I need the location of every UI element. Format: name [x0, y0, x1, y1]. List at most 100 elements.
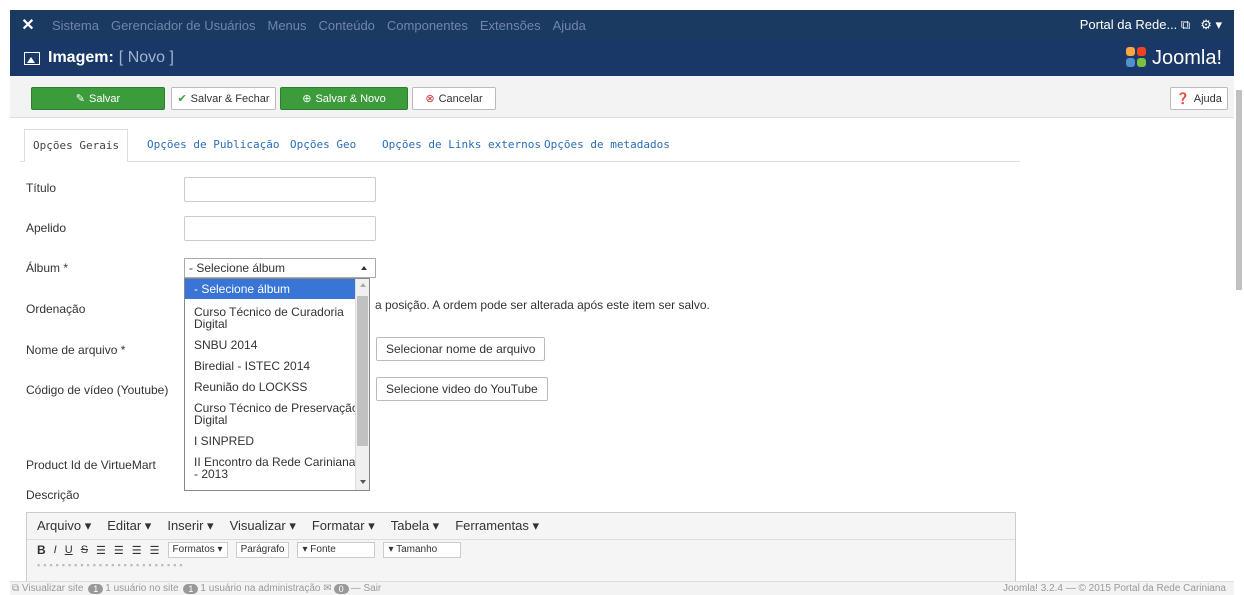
- descricao-label: Descrição: [26, 488, 80, 502]
- select-filename-button[interactable]: Selecionar nome de arquivo: [376, 337, 546, 361]
- album-option[interactable]: - Selecione álbum: [185, 279, 369, 299]
- page-scrollbar[interactable]: [1236, 90, 1242, 290]
- plus-icon: ⊕: [302, 93, 312, 105]
- tab-geo[interactable]: Opções Geo: [290, 129, 356, 162]
- question-icon: ❓: [1176, 93, 1190, 105]
- album-dropdown-list: - Selecione álbum Curso Técnico de Curad…: [184, 278, 370, 491]
- virtuemart-label: Product Id de VirtueMart: [26, 458, 156, 472]
- toolbar: ✎ Salvar ✔ Salvar & Fechar ⊕ Salvar & Novo …: [10, 76, 1234, 118]
- menu-item-conteudo[interactable]: Conteúdo: [313, 18, 381, 33]
- page-header: Imagem: [ Novo ] Joomla!: [10, 40, 1234, 76]
- users-site-text: 1 usuário no site: [105, 583, 179, 594]
- topbar-right: Portal da Rede... ⧉ ⚙ ▾: [1080, 17, 1234, 33]
- editor-menu-visualizar[interactable]: Visualizar ▾: [230, 518, 296, 534]
- logout-link[interactable]: Sair: [363, 583, 381, 594]
- external-link-icon: ⧉: [1180, 17, 1191, 32]
- font-select[interactable]: ▾ Fonte: [297, 542, 376, 558]
- dropdown-scrollbar[interactable]: [355, 279, 369, 490]
- editor-menu-inserir[interactable]: Inserir ▾: [167, 518, 213, 534]
- caret-up-icon: [361, 266, 367, 270]
- save-close-button[interactable]: ✔ Salvar & Fechar: [171, 87, 276, 110]
- album-option[interactable]: Reunião do LOCKSS: [185, 379, 369, 395]
- album-option[interactable]: II Encontro da Rede Cariniana - 2013: [185, 454, 369, 482]
- align-left-icon[interactable]: ☰: [96, 544, 106, 557]
- menu-item-sistema[interactable]: Sistema: [46, 18, 105, 33]
- joomla-logo-text: Joomla!: [1151, 46, 1222, 69]
- scroll-thumb[interactable]: [357, 296, 368, 446]
- menu-item-componentes[interactable]: Componentes: [381, 18, 474, 33]
- gear-icon[interactable]: ⚙ ▾: [1200, 17, 1222, 33]
- cancel-button[interactable]: ⊗ Cancelar: [412, 87, 496, 110]
- align-center-icon[interactable]: ☰: [114, 544, 124, 557]
- titulo-input[interactable]: [184, 177, 376, 202]
- envelope-icon: ✉: [323, 583, 332, 594]
- apelido-input[interactable]: [184, 216, 376, 241]
- users-admin-badge: 1: [183, 583, 199, 594]
- status-bar: ⧉ Visualizar site 1 1 usuário no site 1 …: [10, 581, 1234, 595]
- underline-icon[interactable]: U: [65, 544, 73, 556]
- rich-text-editor: Arquivo ▾ Editar ▾ Inserir ▾ Visualizar …: [26, 512, 1016, 582]
- select-youtube-button[interactable]: Selecione video do YouTube: [376, 377, 548, 401]
- external-link-icon: ⧉: [12, 583, 20, 594]
- messages-badge: 0: [333, 583, 349, 594]
- tab-links-externos[interactable]: Opções de Links externos: [382, 129, 541, 162]
- video-label: Código de vídeo (Youtube): [26, 383, 169, 397]
- editor-menubar: Arquivo ▾ Editar ▾ Inserir ▾ Visualizar …: [27, 513, 1015, 540]
- check-icon: ✔: [177, 93, 187, 105]
- save-button[interactable]: ✎ Salvar: [31, 87, 165, 110]
- joomla-logo: Joomla!: [1125, 46, 1222, 70]
- scroll-down-icon[interactable]: [360, 480, 366, 484]
- editor-toolbar-row2: ▪▪▪▪▪▪▪▪▪▪▪▪▪▪▪▪▪▪▪▪▪▪▪▪: [37, 560, 186, 570]
- editor-menu-tabela[interactable]: Tabela ▾: [391, 518, 439, 534]
- arquivo-label: Nome de arquivo *: [26, 343, 126, 357]
- album-option[interactable]: Biredial - ISTEC 2014: [185, 358, 369, 374]
- edit-icon: ✎: [75, 93, 86, 105]
- titulo-label: Título: [26, 181, 57, 195]
- menu-item-ajuda[interactable]: Ajuda: [547, 18, 592, 33]
- editor-menu-editar[interactable]: Editar ▾: [107, 518, 151, 534]
- size-select[interactable]: ▾ Tamanho: [383, 542, 462, 558]
- editor-menu-formatar[interactable]: Formatar ▾: [312, 518, 375, 534]
- help-button[interactable]: ❓ Ajuda: [1170, 87, 1228, 110]
- users-site-badge: 1: [88, 583, 104, 594]
- tab-metadados[interactable]: Opções de metadados: [544, 129, 670, 162]
- tab-publicacao[interactable]: Opções de Publicação: [147, 129, 279, 162]
- view-site-link[interactable]: Visualizar site: [22, 583, 84, 594]
- album-option[interactable]: Curso Técnico de Curadoria Digital: [185, 304, 369, 332]
- admin-menu: Sistema Gerenciador de Usuários Menus Co…: [46, 18, 592, 33]
- save-new-button[interactable]: ⊕ Salvar & Novo: [280, 87, 408, 110]
- tab-opcoes-gerais[interactable]: Opções Gerais: [24, 129, 129, 162]
- image-icon: [24, 51, 40, 65]
- editor-menu-arquivo[interactable]: Arquivo ▾: [37, 518, 91, 534]
- album-select[interactable]: - Selecione álbum: [184, 258, 376, 278]
- align-right-icon[interactable]: ☰: [132, 544, 142, 557]
- site-link[interactable]: Portal da Rede... ⧉: [1080, 17, 1190, 33]
- scroll-up-icon[interactable]: [360, 283, 366, 287]
- menu-item-usuarios[interactable]: Gerenciador de Usuários: [105, 18, 262, 33]
- bold-icon[interactable]: B: [37, 543, 46, 557]
- menu-item-extensoes[interactable]: Extensões: [474, 18, 547, 33]
- album-option[interactable]: SNBU 2014: [185, 337, 369, 353]
- joomla-x-icon[interactable]: ✕: [10, 15, 46, 35]
- album-option[interactable]: Curso Técnico de Preservação Digital: [185, 400, 369, 428]
- admin-menubar: ✕ Sistema Gerenciador de Usuários Menus …: [10, 10, 1234, 40]
- editor-menu-ferramentas[interactable]: Ferramentas ▾: [455, 518, 539, 534]
- page-title: Imagem:: [48, 49, 114, 66]
- logout-icon: —: [350, 583, 361, 594]
- paragraph-select[interactable]: Parágrafo: [235, 542, 290, 558]
- justify-icon[interactable]: ☰: [150, 544, 160, 557]
- strikethrough-icon[interactable]: S: [81, 544, 88, 556]
- italic-icon[interactable]: I: [54, 544, 57, 556]
- version-text: Joomla! 3.2.4 — © 2015 Portal da Rede Ca…: [1002, 583, 1226, 594]
- tab-bar: Opções Gerais Opções de Publicação Opçõe…: [20, 129, 1020, 162]
- formats-select[interactable]: Formatos ▾: [167, 542, 228, 558]
- users-admin-text: 1 usuário na administração: [200, 583, 321, 594]
- apelido-label: Apelido: [26, 221, 67, 235]
- menu-item-menus[interactable]: Menus: [262, 18, 313, 33]
- album-label: Álbum *: [26, 261, 69, 275]
- album-option[interactable]: I SINPRED: [185, 433, 369, 449]
- ordenacao-hint: a posição. A ordem pode ser alterada apó…: [375, 298, 710, 312]
- cancel-icon: ⊗: [425, 93, 435, 105]
- ordenacao-label: Ordenação: [26, 302, 86, 316]
- editor-toolbar: B I U S ☰ ☰ ☰ ☰ Formatos ▾ Parágrafo ▾ F…: [27, 540, 1015, 560]
